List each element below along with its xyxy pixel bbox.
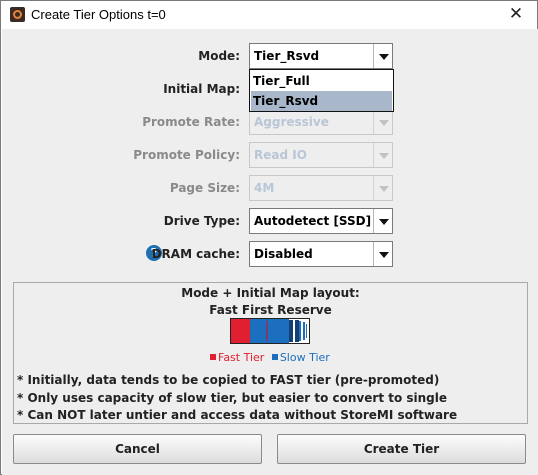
slow-tier-stripe: [293, 320, 295, 342]
app-logo-icon: [10, 7, 25, 22]
fast-tier-legend-label: Fast Tier: [218, 351, 265, 364]
create-tier-button[interactable]: Create Tier: [277, 434, 526, 464]
initial-map-label: Initial Map:: [163, 82, 240, 96]
mode-value: Tier_Rsvd: [254, 49, 320, 63]
drive-type-label: Drive Type:: [163, 214, 240, 228]
layout-legend: Fast Tier Slow Tier: [210, 351, 330, 364]
slow-tier-legend-label: Slow Tier: [279, 351, 330, 364]
title-bar: Create Tier Options t=0 ✕: [1, 1, 537, 29]
close-icon[interactable]: ✕: [505, 4, 527, 24]
mode-option-tier-full[interactable]: Tier_Full: [251, 71, 392, 91]
slow-tier-separator: [266, 321, 268, 341]
chevron-down-icon[interactable]: [373, 242, 392, 266]
chevron-down-icon: [373, 110, 392, 134]
slow-tier-stripe-3: [303, 322, 305, 340]
layout-panel-title: Mode + Initial Map layout:: [181, 286, 360, 300]
chevron-down-icon[interactable]: [373, 44, 392, 68]
cancel-button[interactable]: Cancel: [13, 434, 262, 464]
slow-tier-stripe-4: [306, 324, 307, 338]
dram-cache-combo[interactable]: Disabled: [249, 241, 393, 267]
drive-type-combo[interactable]: Autodetect [SSD]: [249, 208, 393, 234]
chevron-down-icon[interactable]: [373, 209, 392, 233]
page-size-combo: 4M: [249, 175, 393, 201]
promote-rate-value: Aggressive: [254, 115, 329, 129]
page-size-label: Page Size:: [169, 181, 240, 195]
promote-rate-label: Promote Rate:: [142, 115, 240, 129]
fast-tier-swatch: [210, 354, 216, 360]
note-line-3: * Can NOT later untier and access data w…: [17, 408, 458, 422]
layout-bar-graphic: [231, 319, 307, 343]
mode-option-tier-rsvd[interactable]: Tier_Rsvd: [251, 91, 392, 111]
slow-tier-stripe-2: [299, 321, 301, 341]
fast-tier-segment: [231, 319, 250, 343]
promote-policy-value: Read IO: [254, 148, 307, 162]
chevron-down-icon: [373, 176, 392, 200]
layout-bar: [230, 318, 310, 344]
layout-panel-subtitle: Fast First Reserve: [209, 303, 332, 317]
promote-policy-combo: Read IO: [249, 142, 393, 168]
dialog-content: Mode: Tier_Rsvd Initial Map: Tier_Full T…: [2, 29, 538, 475]
chevron-down-icon: [373, 143, 392, 167]
dialog-window: Create Tier Options t=0 ✕ Mode: Tier_Rsv…: [0, 0, 538, 475]
dram-cache-label: DRAM cache:: [151, 247, 240, 261]
note-line-2: * Only uses capacity of slow tier, but e…: [17, 391, 448, 405]
drive-type-value: Autodetect [SSD]: [254, 214, 372, 228]
note-line-1: * Initially, data tends to be copied to …: [17, 373, 440, 387]
slow-tier-swatch: [271, 354, 278, 360]
page-size-value: 4M: [254, 181, 275, 195]
mode-dropdown-list: Tier_Full Tier_Rsvd: [249, 69, 394, 112]
dram-cache-value: Disabled: [254, 247, 313, 261]
promote-rate-combo: Aggressive: [249, 109, 393, 135]
promote-policy-label: Promote Policy:: [133, 148, 240, 162]
mode-combo[interactable]: Tier_Rsvd: [249, 43, 393, 69]
slow-tier-segment: [250, 319, 289, 343]
window-title: Create Tier Options t=0: [31, 7, 166, 22]
mode-label: Mode:: [198, 49, 240, 63]
